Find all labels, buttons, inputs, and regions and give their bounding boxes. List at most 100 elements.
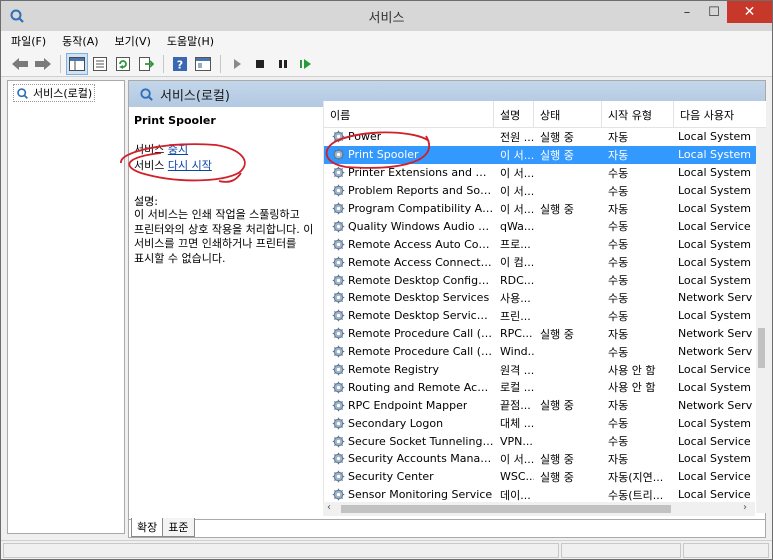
service-log-on-as: Local Service [678,434,751,448]
service-row[interactable]: Remote Access Connection... 이 컴... 수동 Local… [324,253,756,271]
vertical-scroll-thumb[interactable] [758,328,765,368]
menu-view[interactable]: 보기(V) [115,33,151,49]
service-log-on-as: Local System [678,148,752,162]
menu-bar: 파일(F) 동작(A) 보기(V) 도움말(H) [1,31,772,51]
column-header-name[interactable]: 이름 ˄ [324,101,494,128]
close-button[interactable]: ✕ [727,1,772,23]
status-cell [683,543,769,558]
horizontal-scrollbar[interactable]: ‹ › [323,502,755,516]
stop-icon[interactable] [249,53,271,75]
play-icon[interactable] [226,53,248,75]
minimize-button[interactable]: – [673,1,701,23]
service-row[interactable]: Remote Access Auto Conn... 프로... 수동 Local S… [324,235,756,253]
selected-service-name: Print Spooler [134,114,216,127]
column-header-log-on-as[interactable]: 다음 사용자 [674,101,766,128]
service-description: 프로... [500,238,531,252]
tab-standard[interactable]: 표준 [162,518,195,537]
service-gear-icon [332,131,345,143]
menu-action[interactable]: 동작(A) [62,33,98,49]
menu-file[interactable]: 파일(F) [11,33,46,49]
service-row[interactable]: Secondary Logon 대체 ... 수동 Local System [324,414,756,432]
service-row[interactable]: Power 전원 ... 실행 중 자동 Local System [324,128,756,146]
service-name: Security Accounts Manager [348,452,494,466]
service-description: 이 서... [500,184,534,198]
resume-icon[interactable] [295,53,317,75]
service-description: 이 서... [500,452,534,466]
service-row[interactable]: Remote Procedure Call (RP... Wind... 수동 Net… [324,343,756,361]
service-status: 실행 중 [540,452,574,466]
service-row[interactable]: Security Center WSC... 실행 중 자동(지연... Local S… [324,468,756,486]
service-row[interactable]: Program Compatibility Assi... 이 서... 실행 중 자… [324,200,756,218]
pause-icon[interactable] [272,53,294,75]
service-row[interactable]: Remote Desktop Services ... 프린... 수동 Local … [324,307,756,325]
service-startup-type: 자동(지연... [608,470,664,484]
vertical-scrollbar[interactable] [756,128,766,513]
service-row[interactable]: Quality Windows Audio Vi... qWa... 수동 Local… [324,217,756,235]
toolbar-separator [220,54,221,73]
title-bar: 서비스 – ☐ ✕ [1,1,772,31]
service-name-cell: Remote Access Auto Conn... [324,238,494,251]
status-cell [561,543,681,558]
main-pane: 서비스(로컬) Print Spooler 서비스 중지 서비스 다시 시작 설… [128,80,766,538]
service-name-cell: Remote Desktop Services [324,291,494,304]
service-startup-type: 수동 [608,345,629,359]
service-row[interactable]: Secure Socket Tunneling P... VPN... 수동 Loca… [324,432,756,450]
stop-service-link[interactable]: 중지 [168,143,188,156]
service-name-cell: Printer Extensions and Noti... [324,166,494,179]
service-name-cell: Quality Windows Audio Vi... [324,220,494,233]
column-header-status[interactable]: 상태 [534,101,602,128]
restart-service-link[interactable]: 다시 시작 [168,159,212,172]
description-label: 설명: [134,195,158,208]
service-row[interactable]: Print Spooler 이 서... 실행 중 자동 Local System [324,145,756,164]
service-status: 실행 중 [540,202,574,216]
help-icon[interactable]: ? [169,53,191,75]
export-icon[interactable] [135,53,157,75]
back-arrow-icon[interactable] [9,53,31,75]
service-row[interactable]: Routing and Remote Access 로컬 ... 사용 안 함 Loc… [324,378,756,396]
service-name-cell: Remote Access Connection... [324,256,494,269]
action-restart-line: 서비스 다시 시작 [134,159,318,173]
service-row[interactable]: Remote Desktop Configura... RDC... 수동 Local… [324,271,756,289]
scroll-left-icon[interactable]: ‹ [327,502,331,513]
service-gear-icon [332,453,345,465]
service-row[interactable]: Printer Extensions and Noti... 이 서... 수동 Lo… [324,164,756,182]
refresh-icon[interactable] [112,53,134,75]
service-row[interactable]: RPC Endpoint Mapper 끝점... 실행 중 자동 Network Se… [324,396,756,414]
scroll-right-icon[interactable]: › [743,502,747,513]
service-description: WSC... [500,470,534,484]
column-header-description[interactable]: 설명 [494,101,534,128]
menu-help[interactable]: 도움말(H) [167,33,214,49]
service-row[interactable]: Problem Reports and Solut... 이 서... 수동 Loca… [324,182,756,200]
service-name-cell: Secure Socket Tunneling P... [324,435,494,448]
maximize-button[interactable]: ☐ [701,1,727,23]
tree-item-services-local[interactable]: 서비스(로컬) [13,84,96,102]
tab-extended[interactable]: 확장 [131,518,164,537]
horizontal-scroll-thumb[interactable] [341,505,671,513]
view-icon[interactable] [192,53,214,75]
service-startup-type: 수동 [608,417,629,431]
service-log-on-as: Local System [678,237,752,251]
services-tree-icon [17,87,29,99]
service-row[interactable]: Security Accounts Manager 이 서... 실행 중 자동 Loc… [324,450,756,468]
service-name-cell: Remote Procedure Call (RP... [324,327,494,340]
properties-icon[interactable] [89,53,111,75]
service-name-cell: RPC Endpoint Mapper [324,399,494,412]
service-row[interactable]: Remote Desktop Services 사용... 수동 Network Se… [324,289,756,307]
service-gear-icon [332,292,345,304]
service-row[interactable]: Remote Registry 원격 ... 사용 안 함 Local Service [324,361,756,379]
action-stop-line: 서비스 중지 [134,143,318,157]
view-tabs: 확장 표준 [129,518,765,537]
service-gear-icon [332,220,345,233]
service-log-on-as: Local Service [678,219,751,233]
service-description: 이 컴... [500,256,534,270]
service-name: Printer Extensions and Noti... [348,166,494,180]
service-gear-icon [332,345,345,358]
show-tree-icon[interactable] [66,52,88,75]
service-row[interactable]: Remote Procedure Call (RP... RPC... 실행 중 자동… [324,325,756,343]
column-header-startup-type[interactable]: 시작 유형 [602,101,674,128]
forward-arrow-icon[interactable] [32,53,54,75]
service-startup-type: 수동 [608,435,629,449]
service-log-on-as: Local System [678,452,752,466]
service-startup-type: 사용 안 함 [608,381,656,395]
service-description: 대체 ... [500,417,534,431]
